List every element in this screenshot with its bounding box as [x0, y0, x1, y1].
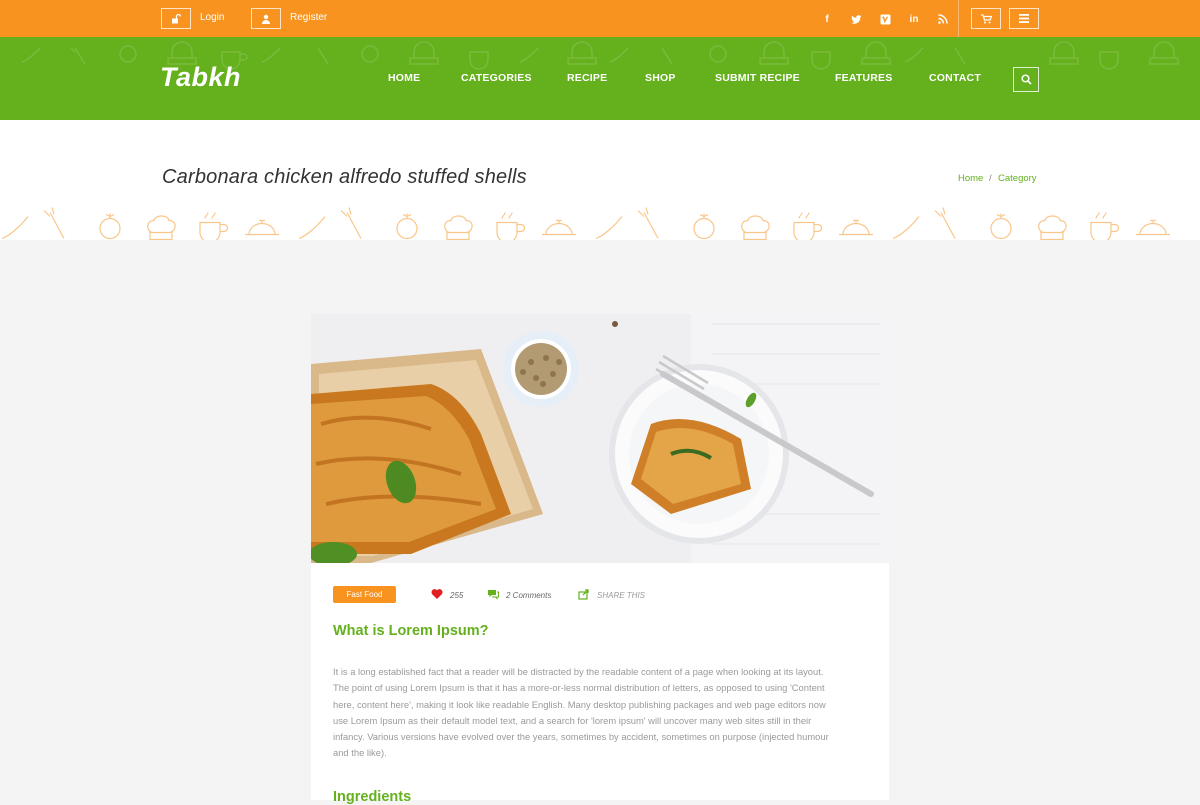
share-link[interactable]: SHARE THIS [597, 591, 645, 600]
page-title-bar: Carbonara chicken alfredo stuffed shells… [0, 120, 1200, 240]
site-logo[interactable]: Tabkh [160, 62, 241, 93]
cart-icon [980, 13, 992, 23]
recipe-hero-image[interactable] [311, 314, 889, 563]
recipe-card: Fast Food 255 2 Comments SHARE THIS What… [311, 314, 889, 805]
hamburger-icon [1019, 14, 1029, 23]
nav-item-contact[interactable]: CONTACT [929, 72, 981, 84]
heart-icon[interactable] [431, 588, 443, 600]
comments-icon [488, 590, 499, 600]
likes-count: 255 [450, 591, 464, 600]
facebook-icon[interactable]: f [819, 11, 835, 27]
body-line: It is a long established fact that a rea… [333, 666, 824, 677]
login-label[interactable]: Login [200, 12, 224, 23]
breadcrumb-home[interactable]: Home [958, 173, 983, 184]
cart-button[interactable] [971, 8, 1001, 29]
linkedin-icon[interactable]: in [906, 11, 922, 27]
breadcrumb-current: Category [998, 173, 1037, 184]
vimeo-icon[interactable] [877, 11, 893, 27]
food-pattern-orange [1, 206, 1171, 240]
rss-icon[interactable] [935, 11, 951, 27]
body-line: The point of using Lorem Ipsum is that i… [333, 682, 825, 694]
share-icon [578, 589, 589, 600]
divider [958, 0, 959, 37]
post-body: It is a long established fact that a rea… [333, 664, 863, 762]
register-button[interactable] [251, 8, 281, 29]
menu-button[interactable] [1009, 8, 1039, 29]
nav-item-home[interactable]: HOME [388, 72, 420, 84]
login-button[interactable] [161, 8, 191, 29]
unlock-icon [172, 13, 181, 23]
breadcrumb-separator: / [989, 173, 992, 184]
nav-item-submit-recipe[interactable]: SUBMIT RECIPE [715, 72, 800, 84]
nav-item-features[interactable]: FEATURES [835, 72, 892, 84]
body-line: and the like). [333, 747, 387, 759]
ingredients-heading: Ingredients [333, 789, 412, 805]
page-title: Carbonara chicken alfredo stuffed shells [162, 166, 527, 188]
register-label[interactable]: Register [290, 12, 327, 23]
nav-item-categories[interactable]: CATEGORIES [461, 72, 532, 84]
user-icon [262, 14, 270, 24]
nav-item-recipe[interactable]: RECIPE [567, 72, 607, 84]
body-line: infancy. Various versions have evolved o… [333, 731, 829, 743]
main-header: Tabkh HOME CATEGORIES RECIPE SHOP SUBMIT… [0, 37, 1200, 120]
post-heading: What is Lorem Ipsum? [333, 623, 489, 639]
body-line: use Lorem Ipsum as their default model t… [333, 714, 812, 726]
twitter-icon[interactable] [848, 11, 864, 27]
top-bar: Login Register f in [0, 0, 1200, 37]
search-icon [1020, 74, 1032, 85]
search-button[interactable] [1013, 67, 1039, 92]
comments-link[interactable]: 2 Comments [506, 591, 551, 600]
nav-item-shop[interactable]: SHOP [645, 72, 676, 84]
body-line: here, content here', making it look like… [333, 698, 826, 710]
category-tag[interactable]: Fast Food [333, 586, 396, 603]
